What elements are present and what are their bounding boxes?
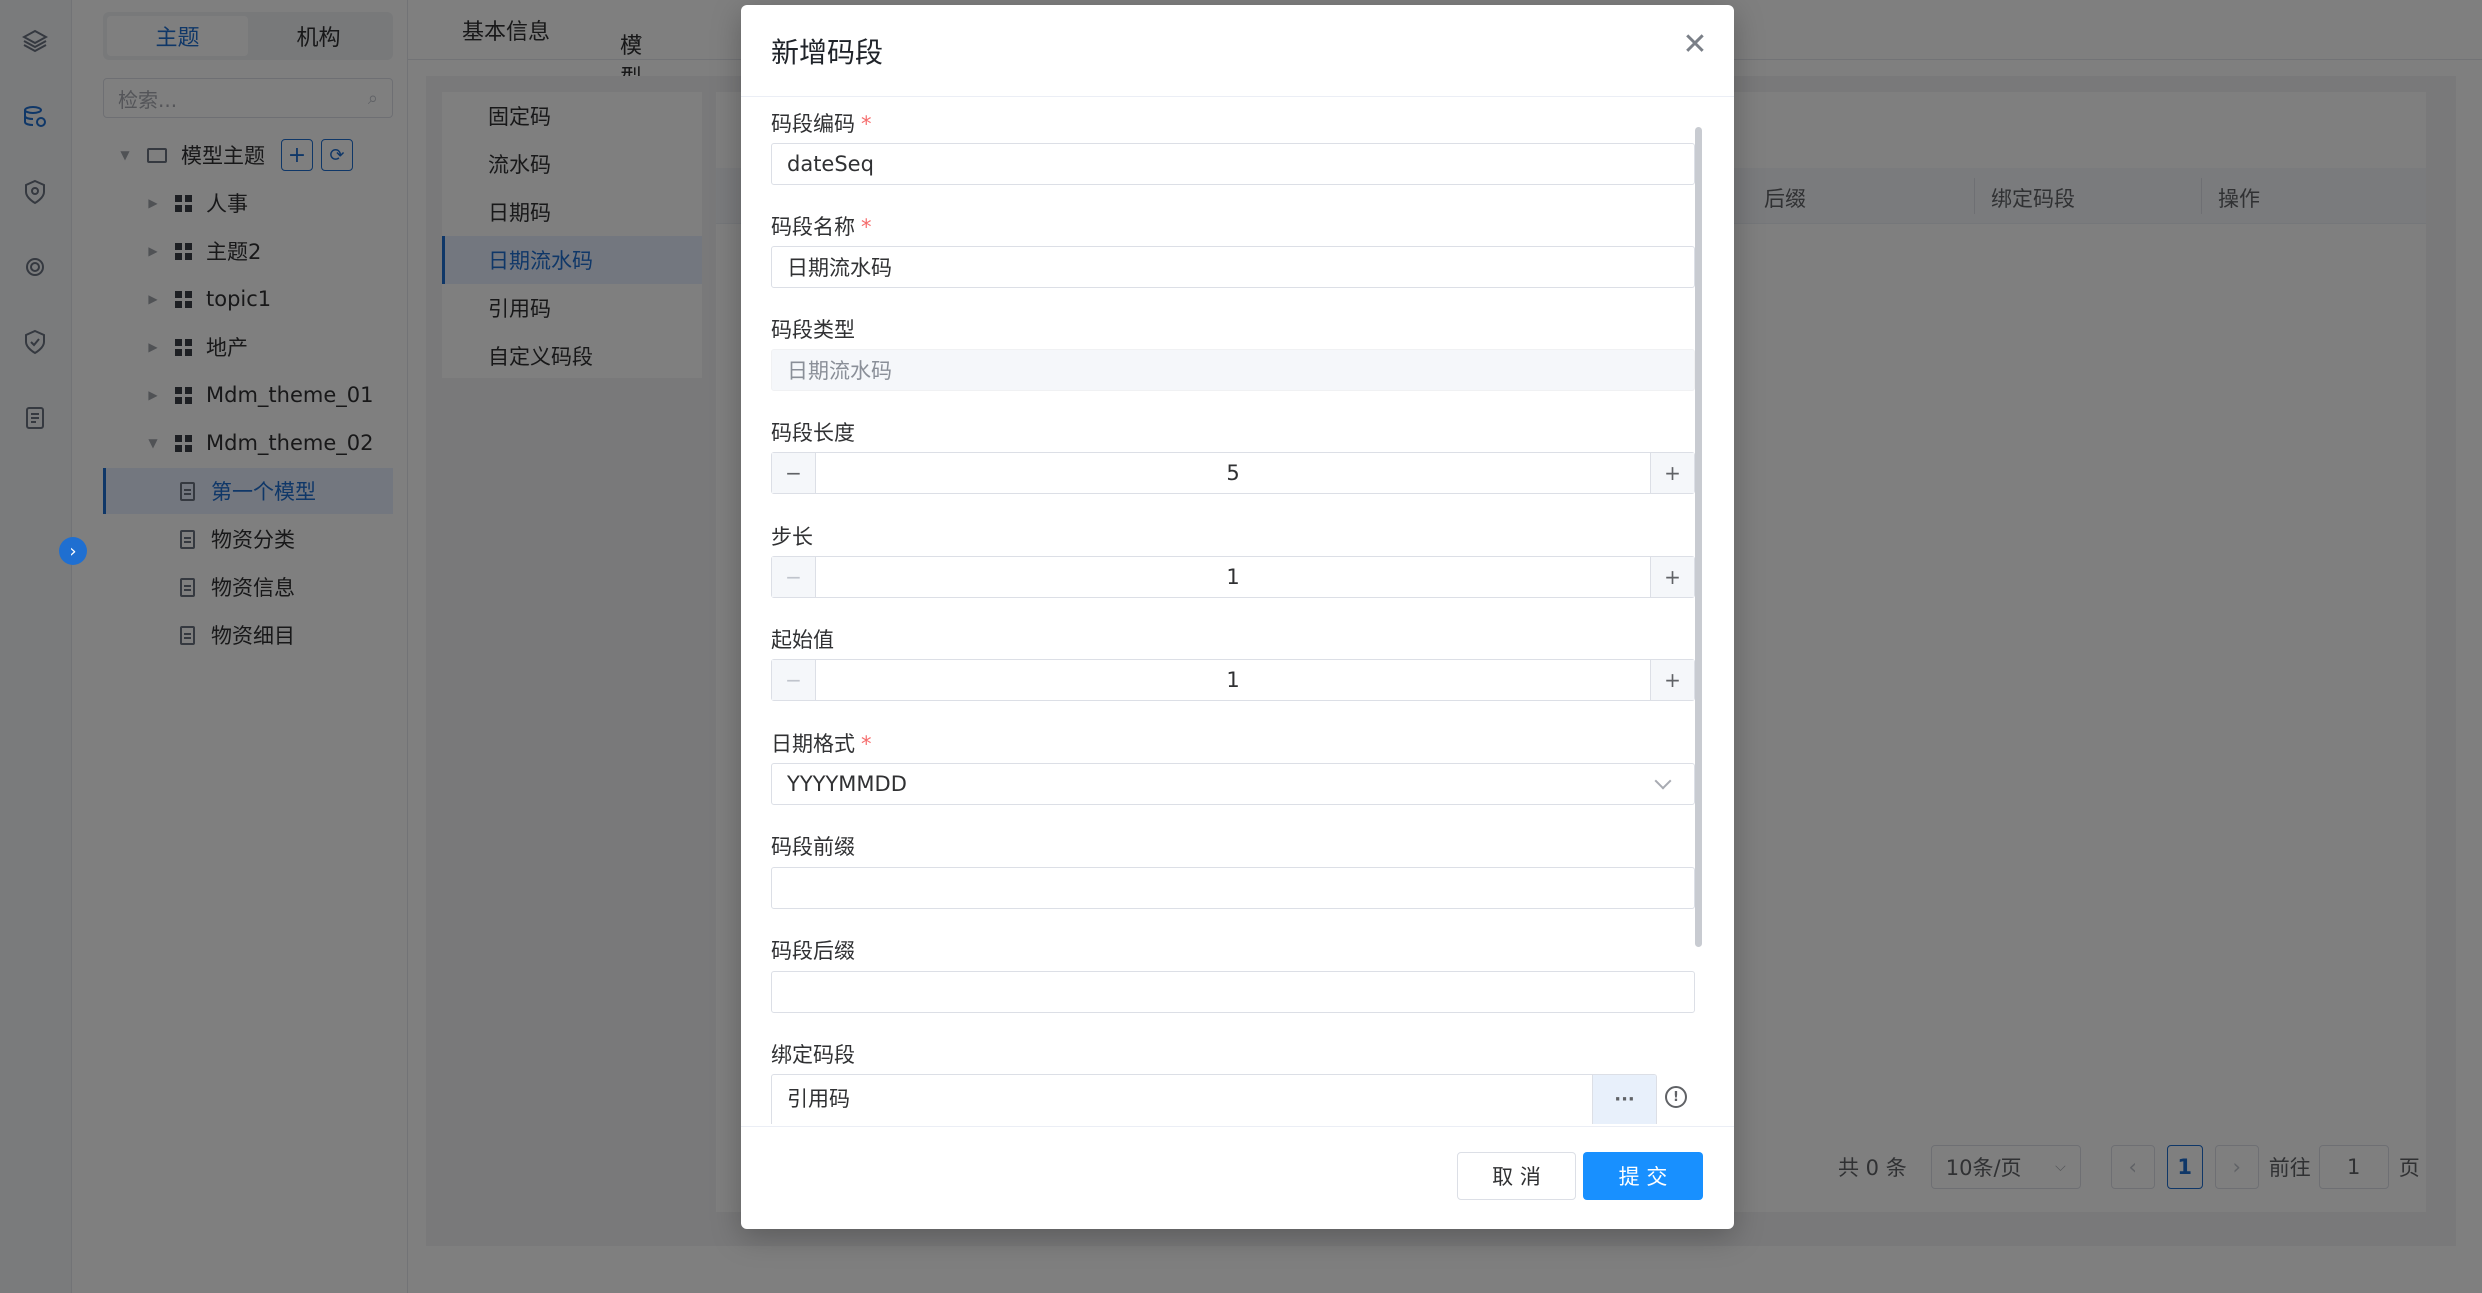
length-label: 码段长度 xyxy=(771,421,855,445)
prefix-label: 码段前缀 xyxy=(771,835,855,859)
suffix-input[interactable] xyxy=(771,971,1695,1013)
date-format-select[interactable]: YYYYMMDD xyxy=(771,763,1695,805)
code-label-text: 码段编码 xyxy=(771,112,855,136)
start-increment-button[interactable]: + xyxy=(1650,660,1694,700)
required-mark: * xyxy=(861,732,872,756)
bind-segment-picker-button[interactable]: ··· xyxy=(1592,1075,1656,1124)
type-label: 码段类型 xyxy=(771,318,855,342)
suffix-label: 码段后缀 xyxy=(771,939,855,963)
code-label: 码段编码 * xyxy=(771,108,872,138)
chevron-right-icon: › xyxy=(69,540,77,562)
submit-button[interactable]: 提 交 xyxy=(1583,1152,1703,1200)
required-mark: * xyxy=(861,215,872,239)
start-value[interactable]: 1 xyxy=(816,660,1650,700)
info-icon[interactable]: ! xyxy=(1665,1086,1687,1108)
date-format-label-text: 日期格式 xyxy=(771,732,855,756)
type-input: 日期流水码 xyxy=(771,349,1695,391)
start-decrement-button[interactable]: − xyxy=(772,660,816,700)
step-value[interactable]: 1 xyxy=(816,557,1650,597)
prefix-input[interactable] xyxy=(771,867,1695,909)
add-segment-dialog: 新增码段 ✕ 码段编码 * dateSeq 码段名称 * 日期流水码 码段类型 日期… xyxy=(741,5,1734,1229)
expand-sidebar-button[interactable]: › xyxy=(59,537,87,565)
bind-segment-value: 引用码 xyxy=(787,1087,850,1111)
length-decrement-button[interactable]: − xyxy=(772,453,816,493)
chevron-down-icon xyxy=(1654,772,1672,790)
length-increment-button[interactable]: + xyxy=(1650,453,1694,493)
step-stepper: − 1 + xyxy=(771,556,1695,598)
dialog-title: 新增码段 xyxy=(771,36,884,69)
cancel-button[interactable]: 取 消 xyxy=(1457,1152,1576,1200)
bind-segment-input[interactable]: 引用码 ··· xyxy=(771,1074,1657,1124)
step-label: 步长 xyxy=(771,525,813,549)
date-format-label: 日期格式 * xyxy=(771,728,872,758)
step-decrement-button[interactable]: − xyxy=(772,557,816,597)
name-label-text: 码段名称 xyxy=(771,215,855,239)
start-stepper: − 1 + xyxy=(771,659,1695,701)
required-mark: * xyxy=(861,112,872,136)
type-input-value: 日期流水码 xyxy=(787,359,892,383)
close-icon[interactable]: ✕ xyxy=(1678,27,1712,62)
step-increment-button[interactable]: + xyxy=(1650,557,1694,597)
name-input[interactable]: 日期流水码 xyxy=(771,246,1695,288)
name-input-value: 日期流水码 xyxy=(787,256,892,280)
code-input-value: dateSeq xyxy=(787,152,874,176)
date-format-value: YYYYMMDD xyxy=(787,772,907,796)
length-value[interactable]: 5 xyxy=(816,453,1650,493)
name-label: 码段名称 * xyxy=(771,211,872,241)
length-stepper: − 5 + xyxy=(771,452,1695,494)
start-label: 起始值 xyxy=(771,628,834,652)
bind-label: 绑定码段 xyxy=(771,1043,855,1067)
dialog-scrollbar[interactable] xyxy=(1695,127,1702,947)
code-input[interactable]: dateSeq xyxy=(771,143,1695,185)
